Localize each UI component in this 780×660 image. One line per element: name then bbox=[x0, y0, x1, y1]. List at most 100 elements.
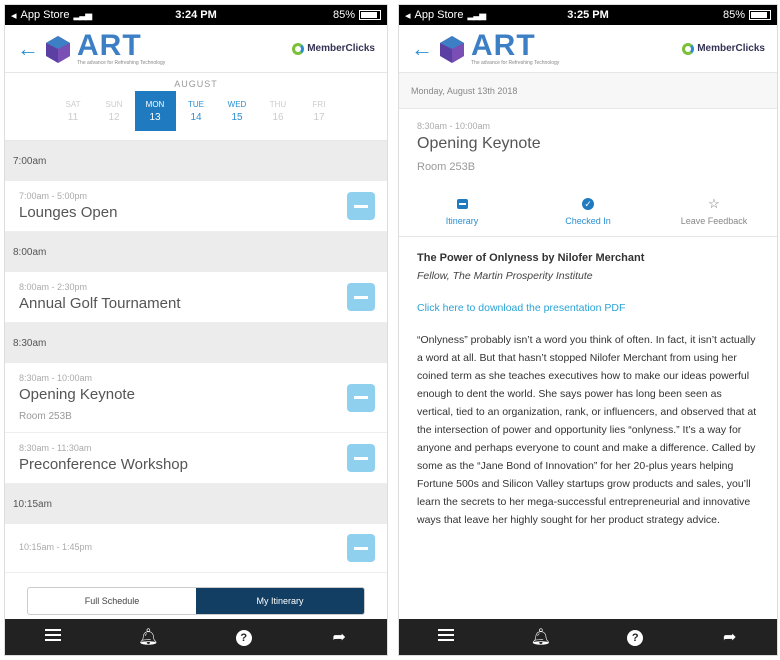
back-to-app-icon[interactable]: ◂ bbox=[11, 9, 17, 22]
month-label: AUGUST bbox=[174, 79, 218, 89]
remove-from-itinerary-button[interactable] bbox=[347, 192, 375, 220]
schedule-event[interactable]: 7:00am - 5:00pm Lounges Open bbox=[5, 181, 387, 232]
memberclicks-icon bbox=[682, 42, 695, 55]
itinerary-button[interactable]: Itinerary bbox=[417, 197, 507, 226]
carrier-label: App Store bbox=[414, 9, 464, 21]
day-tue[interactable]: TUE 14 bbox=[176, 91, 217, 131]
schedule-event[interactable]: 8:00am - 2:30pm Annual Golf Tournament bbox=[5, 272, 387, 323]
memberclicks-logo: MemberClicks bbox=[292, 42, 375, 55]
feedback-label: Leave Feedback bbox=[680, 216, 748, 226]
date-picker: AUGUST SAT 11 SUN 12 MON 13 TUE 14 WED 15 THU… bbox=[5, 73, 387, 141]
status-bar: ◂ App Store ▂▃▅ 3:25 PM 85% bbox=[399, 5, 777, 25]
session-description: The Power of Onlyness by Nilofer Merchan… bbox=[399, 237, 777, 541]
itinerary-icon bbox=[456, 199, 468, 209]
battery-percent: 85% bbox=[332, 9, 355, 21]
status-bar: ◂ App Store ▂▃▅ 3:24 PM 85% bbox=[5, 5, 387, 25]
logo-cube-icon bbox=[46, 35, 70, 63]
battery-icon bbox=[749, 10, 771, 20]
help-icon[interactable]: ? bbox=[615, 628, 655, 646]
event-time: 8:00am - 2:30pm bbox=[19, 282, 88, 292]
day-sat[interactable]: SAT 11 bbox=[53, 91, 94, 131]
partner-label: MemberClicks bbox=[307, 43, 375, 54]
download-pdf-link[interactable]: Click here to download the presentation … bbox=[417, 299, 759, 317]
event-title: Preconference Workshop bbox=[19, 456, 188, 473]
share-icon[interactable]: ➦ bbox=[710, 627, 750, 647]
star-icon: ☆ bbox=[708, 196, 720, 211]
minus-icon bbox=[354, 204, 368, 208]
time-header: 8:30am bbox=[5, 323, 387, 363]
remove-from-itinerary-button[interactable] bbox=[347, 283, 375, 311]
menu-icon[interactable] bbox=[426, 628, 466, 646]
menu-icon[interactable] bbox=[33, 628, 73, 646]
app-tagline: The advance for Refreshing Technology bbox=[77, 59, 166, 66]
bottom-tab-bar: 🔔︎ ? ➦ bbox=[5, 619, 387, 655]
day-mon-selected[interactable]: MON 13 bbox=[134, 91, 176, 131]
day-fri[interactable]: FRI 17 bbox=[299, 91, 340, 131]
time-header: 10:15am bbox=[5, 484, 387, 524]
event-time: 8:30am - 10:00am bbox=[417, 121, 491, 131]
signal-icon: ▂▃▅ bbox=[73, 9, 92, 20]
remove-from-itinerary-button[interactable] bbox=[347, 534, 375, 562]
minus-icon bbox=[354, 396, 368, 399]
bell-icon[interactable]: 🔔︎ bbox=[521, 627, 561, 647]
time-header: 8:00am bbox=[5, 232, 387, 272]
speaker-role: Fellow, The Martin Prosperity Institute bbox=[417, 270, 593, 282]
event-time: 8:30am - 10:00am bbox=[19, 373, 93, 383]
memberclicks-icon bbox=[292, 42, 305, 55]
remove-from-itinerary-button[interactable] bbox=[347, 383, 375, 412]
minus-icon bbox=[354, 295, 368, 299]
day-wed[interactable]: WED 15 bbox=[217, 91, 258, 131]
event-room: Room 253B bbox=[417, 161, 476, 173]
checked-in-label: Checked In bbox=[565, 216, 611, 226]
session-body-text: “Onlyness” probably isn’t a word you thi… bbox=[417, 334, 757, 526]
session-speaker-title: The Power of Onlyness by Nilofer Merchan… bbox=[417, 252, 645, 264]
bell-icon[interactable]: 🔔︎ bbox=[128, 627, 168, 647]
carrier-label: App Store bbox=[20, 9, 70, 21]
event-summary: 8:30am - 10:00am Opening Keynote Room 25… bbox=[399, 109, 777, 183]
event-title: Lounges Open bbox=[19, 204, 118, 221]
leave-feedback-button[interactable]: ☆ Leave Feedback bbox=[669, 196, 759, 227]
schedule-toggle: Full Schedule My Itinerary bbox=[27, 587, 365, 615]
help-icon[interactable]: ? bbox=[224, 628, 264, 646]
schedule-list[interactable]: 7:00am 7:00am - 5:00pm Lounges Open 8:00… bbox=[5, 141, 387, 589]
art-logo: ART The advance for Refreshing Technolog… bbox=[43, 28, 166, 66]
event-time: 7:00am - 5:00pm bbox=[19, 191, 88, 201]
memberclicks-logo: MemberClicks bbox=[682, 42, 765, 55]
itinerary-label: Itinerary bbox=[445, 216, 479, 226]
event-actions: Itinerary ✓ Checked In ☆ Leave Feedback bbox=[399, 183, 777, 237]
app-header: ← ART The advance for Refreshing Technol… bbox=[399, 25, 777, 73]
schedule-event[interactable]: 8:30am - 10:00am Opening Keynote Room 25… bbox=[5, 363, 387, 433]
schedule-screen: ◂ App Store ▂▃▅ 3:24 PM 85% ← ART The ad… bbox=[4, 4, 388, 656]
remove-from-itinerary-button[interactable] bbox=[347, 444, 375, 472]
logo-cube-icon bbox=[440, 35, 464, 63]
schedule-event[interactable]: 10:15am - 1:45pm bbox=[5, 524, 387, 573]
art-logo: ART The advance for Refreshing Technolog… bbox=[437, 28, 560, 66]
my-itinerary-tab[interactable]: My Itinerary bbox=[196, 588, 364, 614]
schedule-event[interactable]: 8:30am - 11:30am Preconference Workshop bbox=[5, 433, 387, 484]
event-time: 8:30am - 11:30am bbox=[19, 443, 92, 453]
day-thu[interactable]: THU 16 bbox=[258, 91, 299, 131]
battery-icon bbox=[359, 10, 381, 20]
minus-icon bbox=[354, 546, 368, 550]
full-schedule-tab[interactable]: Full Schedule bbox=[28, 588, 196, 614]
share-icon[interactable]: ➦ bbox=[319, 627, 359, 647]
signal-icon: ▂▃▅ bbox=[467, 9, 486, 20]
event-title: Opening Keynote bbox=[19, 386, 135, 403]
event-title: Opening Keynote bbox=[417, 135, 541, 152]
checked-in-button[interactable]: ✓ Checked In bbox=[543, 197, 633, 226]
app-title: ART bbox=[471, 28, 536, 62]
time-header: 7:00am bbox=[5, 141, 387, 181]
battery-percent: 85% bbox=[722, 9, 745, 21]
event-detail-screen: ◂ App Store ▂▃▅ 3:25 PM 85% ← ART The ad… bbox=[398, 4, 778, 656]
app-header: ← ART The advance for Refreshing Technol… bbox=[5, 25, 387, 73]
day-sun[interactable]: SUN 12 bbox=[94, 91, 135, 131]
minus-icon bbox=[354, 456, 368, 460]
back-arrow-icon[interactable]: ← bbox=[411, 36, 437, 62]
back-to-app-icon[interactable]: ◂ bbox=[405, 9, 411, 22]
event-time: 10:15am - 1:45pm bbox=[19, 541, 93, 552]
bottom-tab-bar: 🔔︎ ? ➦ bbox=[399, 619, 777, 655]
app-title: ART bbox=[77, 28, 142, 62]
event-date: Monday, August 13th 2018 bbox=[399, 73, 777, 109]
back-arrow-icon[interactable]: ← bbox=[17, 36, 43, 62]
app-tagline: The advance for Refreshing Technology bbox=[471, 59, 560, 66]
